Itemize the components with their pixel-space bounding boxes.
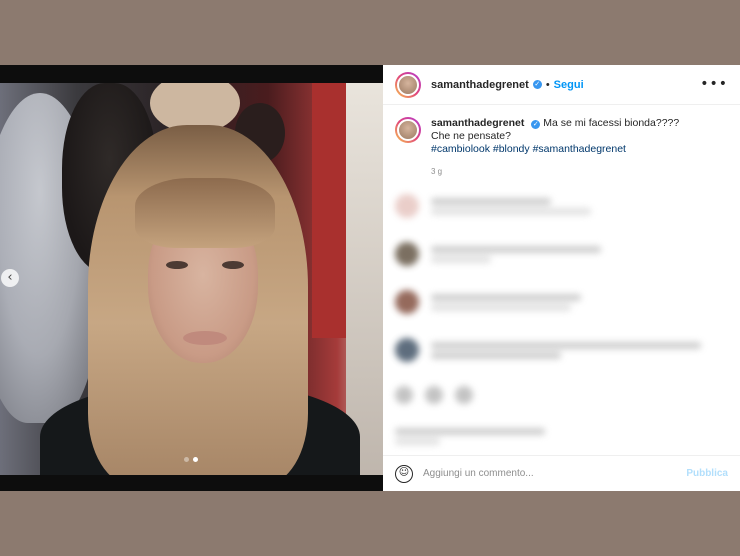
photo-mirror xyxy=(346,83,383,475)
header-username[interactable]: samanthadegrenet xyxy=(431,79,529,91)
comment-line xyxy=(431,245,601,253)
publish-button[interactable]: Pubblica xyxy=(686,468,728,479)
comment-avatar xyxy=(395,290,419,314)
header-separator: • xyxy=(545,78,550,91)
more-options-icon[interactable]: ••• xyxy=(700,76,728,92)
photo-eye-right xyxy=(222,261,244,269)
post-caption: samanthadegrenet ✓ Ma se mi facessi bion… xyxy=(383,105,740,178)
comment-line xyxy=(431,207,591,215)
post-header: samanthadegrenet ✓ • Segui ••• xyxy=(383,65,740,105)
emoji-icon[interactable]: ☺ xyxy=(395,464,413,483)
likes-line xyxy=(395,427,545,435)
comment-lines xyxy=(431,195,591,218)
caption-username[interactable]: samanthadegrenet xyxy=(431,117,524,129)
caption-avatar-image xyxy=(397,119,419,141)
likes-lines xyxy=(395,425,545,448)
action-icon xyxy=(395,386,413,404)
photo-lips xyxy=(183,331,227,345)
comment-avatar xyxy=(395,338,419,362)
post-photo xyxy=(0,83,383,475)
caption-first-line: samanthadegrenet ✓ Ma se mi facessi bion… xyxy=(431,117,679,130)
likes-line xyxy=(395,437,440,445)
caption-text-line2: Che ne pensate? xyxy=(431,130,511,142)
comment-line xyxy=(431,351,561,359)
comment-line xyxy=(431,293,581,301)
follow-button[interactable]: Segui xyxy=(554,79,584,91)
carousel-dot[interactable] xyxy=(184,457,189,462)
instagram-post: ‹ samanthadegrenet ✓ • Segui ••• samanth… xyxy=(0,65,740,491)
comment-lines xyxy=(431,243,601,266)
caption-hashtags[interactable]: #cambiolook #blondy #samanthadegrenet xyxy=(431,143,679,156)
carousel-dots xyxy=(184,457,198,462)
caption-body: samanthadegrenet ✓ Ma se mi facessi bion… xyxy=(431,117,679,178)
comment-row xyxy=(383,326,740,374)
action-icon xyxy=(455,386,473,404)
comment-lines xyxy=(431,291,581,314)
comment-lines xyxy=(431,339,701,362)
comment-row xyxy=(383,230,740,278)
post-sidebar: samanthadegrenet ✓ • Segui ••• samanthad… xyxy=(383,65,740,491)
caption-text-line1: Ma se mi facessi bionda???? xyxy=(543,117,680,129)
blurred-comments-area xyxy=(383,182,740,457)
actions-row xyxy=(383,374,740,416)
comment-input[interactable]: Aggiungi un commento... xyxy=(423,468,686,479)
photo-eye-left xyxy=(166,261,188,269)
comment-avatar xyxy=(395,194,419,218)
comment-composer: ☺ Aggiungi un commento... Pubblica xyxy=(383,455,740,491)
photo-bangs xyxy=(135,178,275,248)
avatar[interactable] xyxy=(395,71,421,98)
comment-row xyxy=(383,182,740,230)
avatar-image xyxy=(397,73,419,96)
verified-badge-icon: ✓ xyxy=(532,80,542,89)
comment-line xyxy=(431,303,571,311)
caption-timestamp[interactable]: 3 g xyxy=(431,165,679,178)
comment-avatar xyxy=(395,242,419,266)
caption-verified-badge-icon: ✓ xyxy=(531,120,541,129)
comment-line xyxy=(431,197,551,205)
comment-line xyxy=(431,255,491,263)
photo-door xyxy=(312,83,350,338)
post-media[interactable]: ‹ xyxy=(0,65,383,491)
caption-avatar[interactable] xyxy=(395,117,421,143)
comment-row xyxy=(383,278,740,326)
action-icon xyxy=(425,386,443,404)
likes-row xyxy=(383,416,740,456)
comment-line xyxy=(431,341,701,349)
carousel-dot-active[interactable] xyxy=(193,457,198,462)
carousel-prev-button[interactable]: ‹ xyxy=(1,269,19,287)
